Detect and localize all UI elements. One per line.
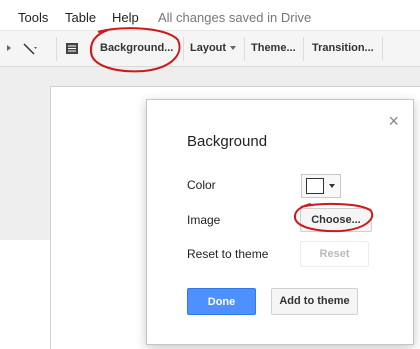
toolbar-separator xyxy=(382,37,383,61)
line-tool-button[interactable] xyxy=(20,35,40,62)
chevron-down-icon xyxy=(230,46,237,51)
menu-bar: Tools Table Help All changes saved in Dr… xyxy=(0,0,420,30)
menu-help[interactable]: Help xyxy=(112,10,139,25)
reset-button: Reset xyxy=(300,241,369,267)
toolbar-dropdown-caret[interactable] xyxy=(6,35,18,62)
theme-button[interactable]: Theme... xyxy=(251,35,296,62)
toolbar: Background... Layout Theme... Transition… xyxy=(0,30,420,67)
chevron-down-icon xyxy=(329,184,335,188)
background-dialog: × Background Color Image Choose... Reset… xyxy=(146,99,414,345)
dialog-title: Background xyxy=(187,133,268,150)
line-icon xyxy=(23,43,37,55)
background-button[interactable]: Background... xyxy=(100,35,173,62)
comment-button[interactable] xyxy=(64,35,84,62)
toolbar-separator xyxy=(56,37,57,61)
chevron-left-icon xyxy=(7,45,11,52)
color-swatch xyxy=(306,178,324,194)
color-label: Color xyxy=(187,178,216,192)
color-picker-button[interactable] xyxy=(301,174,341,198)
done-button[interactable]: Done xyxy=(187,288,256,315)
toolbar-separator xyxy=(183,37,184,61)
choose-image-button[interactable]: Choose... xyxy=(300,208,372,232)
toolbar-separator xyxy=(244,37,245,61)
comment-icon xyxy=(66,43,78,54)
close-icon[interactable]: × xyxy=(388,112,399,130)
add-to-theme-button[interactable]: Add to theme xyxy=(271,288,358,315)
menu-tools[interactable]: Tools xyxy=(18,10,48,25)
layout-label: Layout xyxy=(190,42,227,54)
transition-button[interactable]: Transition... xyxy=(312,35,374,62)
toolbar-separator xyxy=(303,37,304,61)
image-label: Image xyxy=(187,213,221,227)
layout-button[interactable]: Layout xyxy=(190,35,237,62)
toolbar-separator xyxy=(92,37,93,61)
save-status: All changes saved in Drive xyxy=(158,10,312,25)
menu-table[interactable]: Table xyxy=(65,10,96,25)
reset-to-theme-label: Reset to theme xyxy=(187,247,269,261)
